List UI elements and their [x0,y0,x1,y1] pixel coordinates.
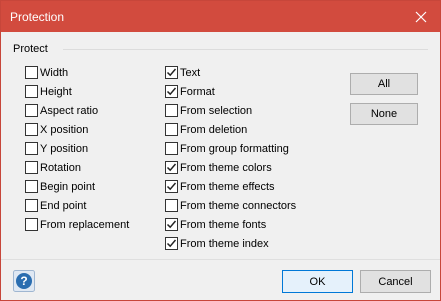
ok-button[interactable]: OK [282,270,353,293]
checkbox-box[interactable] [165,123,178,136]
right-checkbox-column: Text Format From selection From deletion Fro… [165,63,296,253]
checkbox-box[interactable] [25,161,38,174]
checkbox-begin-point[interactable]: Begin point [25,177,129,196]
help-icon: ? [13,270,35,292]
checkbox-end-point[interactable]: End point [25,196,129,215]
protection-dialog: Protection Protect Width Height Aspect rat… [0,0,441,301]
close-icon [415,11,427,22]
protect-group-label: Protect [13,43,48,55]
checkbox-aspect-ratio[interactable]: Aspect ratio [25,101,129,120]
window-title: Protection [10,10,65,24]
checkmark-icon [166,68,177,77]
checkbox-box[interactable] [25,218,38,231]
checkmark-icon [166,87,177,96]
checkbox-format[interactable]: Format [165,82,296,101]
checkbox-from-theme-effects[interactable]: From theme effects [165,177,296,196]
checkbox-box[interactable] [25,142,38,155]
checkbox-box[interactable] [25,199,38,212]
checkbox-from-theme-colors[interactable]: From theme colors [165,158,296,177]
checkbox-label: From selection [180,104,253,117]
select-all-button[interactable]: All [350,73,418,95]
checkbox-box[interactable] [25,66,38,79]
checkbox-from-replacement[interactable]: From replacement [25,215,129,234]
checkbox-label: End point [40,199,87,212]
checkbox-box[interactable] [165,142,178,155]
checkbox-box[interactable] [25,180,38,193]
checkbox-label: Text [180,66,201,79]
checkmark-icon [166,182,177,191]
checkbox-label: Aspect ratio [40,104,99,117]
checkbox-label: From theme fonts [180,218,267,231]
checkbox-from-deletion[interactable]: From deletion [165,120,296,139]
left-checkbox-column: Width Height Aspect ratio X position Y posit… [25,63,129,234]
checkbox-width[interactable]: Width [25,63,129,82]
select-all-label: All [377,78,391,90]
select-none-label: None [370,108,398,120]
checkbox-box[interactable] [165,199,178,212]
cancel-button[interactable]: Cancel [360,270,431,293]
checkbox-box[interactable] [25,85,38,98]
checkbox-box[interactable] [165,237,178,250]
checkbox-label: Width [40,66,69,79]
checkbox-box[interactable] [165,66,178,79]
checkbox-label: From theme connectors [180,199,297,212]
checkbox-from-theme-fonts[interactable]: From theme fonts [165,215,296,234]
checkbox-label: From group formatting [180,142,289,155]
checkbox-from-theme-index[interactable]: From theme index [165,234,296,253]
checkbox-label: From theme effects [180,180,275,193]
checkbox-box[interactable] [25,104,38,117]
checkbox-box[interactable] [25,123,38,136]
checkbox-text[interactable]: Text [165,63,296,82]
checkbox-label: Y position [40,142,89,155]
group-divider [63,49,428,50]
checkbox-from-selection[interactable]: From selection [165,101,296,120]
checkbox-rotation[interactable]: Rotation [25,158,129,177]
checkmark-icon [166,163,177,172]
select-none-button[interactable]: None [350,103,418,125]
checkbox-box[interactable] [165,218,178,231]
checkbox-label: From deletion [180,123,248,136]
checkbox-box[interactable] [165,180,178,193]
dialog-footer: ? OK Cancel [1,259,440,300]
svg-text:?: ? [20,274,27,288]
checkbox-box[interactable] [165,161,178,174]
close-button[interactable] [402,1,440,32]
help-button[interactable]: ? [13,270,35,292]
checkbox-label: From replacement [40,218,130,231]
checkbox-x-position[interactable]: X position [25,120,129,139]
checkbox-y-position[interactable]: Y position [25,139,129,158]
checkbox-label: Height [40,85,72,98]
checkbox-label: Format [180,85,215,98]
ok-label: OK [309,275,326,288]
checkbox-box[interactable] [165,104,178,117]
checkbox-box[interactable] [165,85,178,98]
checkbox-from-theme-connectors[interactable]: From theme connectors [165,196,296,215]
checkbox-label: X position [40,123,89,136]
checkbox-height[interactable]: Height [25,82,129,101]
checkmark-icon [166,239,177,248]
checkbox-from-group-formatting[interactable]: From group formatting [165,139,296,158]
checkmark-icon [166,220,177,229]
dialog-content: Protect Width Height Aspect ratio X positio… [1,32,440,259]
checkbox-label: Begin point [40,180,96,193]
checkbox-label: From theme colors [180,161,272,174]
cancel-label: Cancel [378,275,413,288]
checkbox-label: From theme index [180,237,269,250]
checkbox-label: Rotation [40,161,81,174]
title-bar: Protection [1,1,440,32]
